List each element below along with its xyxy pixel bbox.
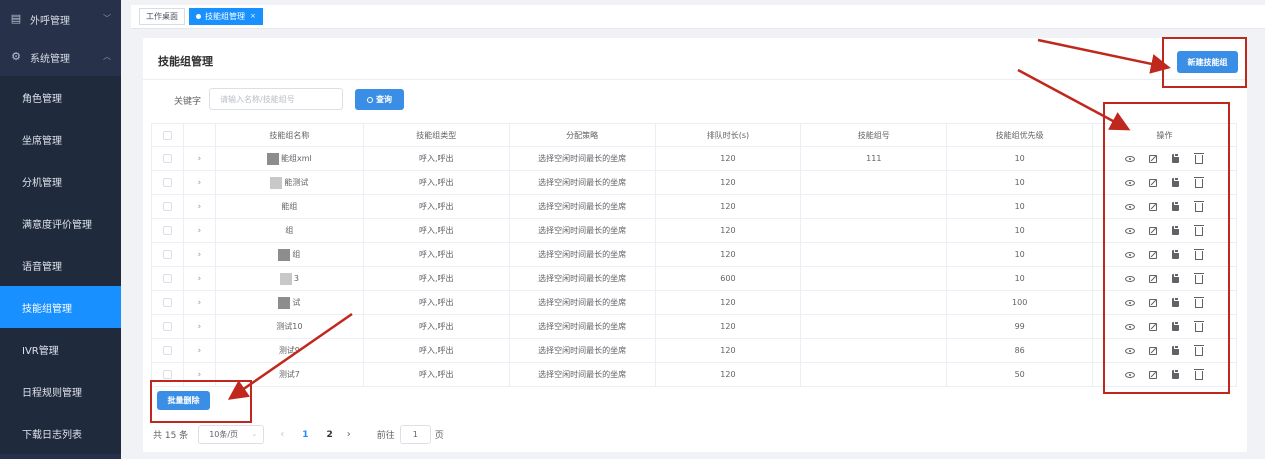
annotation-arrows [227, 38, 1171, 400]
arrow-to-actions [1017, 68, 1131, 131]
arrow-to-batch-delete [227, 312, 353, 400]
arrow-to-new-button [1037, 38, 1171, 74]
